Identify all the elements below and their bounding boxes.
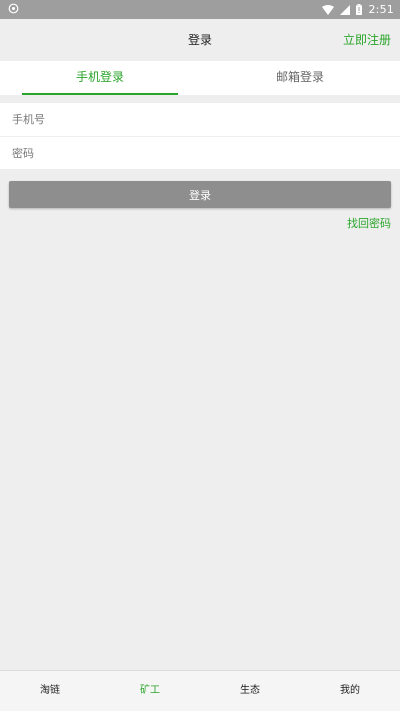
page-title: 登录 <box>187 33 212 47</box>
tab-phone-login[interactable]: 手机登录 <box>0 61 200 95</box>
signal-icon <box>340 4 351 15</box>
app-notification-icon <box>8 3 19 17</box>
phone-field-row <box>0 103 400 136</box>
forgot-password-link[interactable]: 找回密码 <box>347 215 391 231</box>
nav-item-ecology[interactable]: 生态 <box>200 671 300 711</box>
password-input[interactable] <box>12 146 388 160</box>
login-tabs: 手机登录 邮箱登录 <box>0 61 400 95</box>
wifi-icon <box>322 4 335 15</box>
bottom-nav: 淘链 矿工 生态 我的 <box>0 670 400 711</box>
login-button[interactable]: 登录 <box>9 181 391 208</box>
login-form <box>0 103 400 169</box>
nav-item-miner[interactable]: 矿工 <box>100 671 200 711</box>
phone-input[interactable] <box>12 113 388 126</box>
header: 登录 立即注册 <box>0 19 400 61</box>
tab-email-login[interactable]: 邮箱登录 <box>200 61 400 95</box>
status-bar: 2:51 <box>0 0 400 19</box>
status-right: 2:51 <box>322 3 394 16</box>
status-time: 2:51 <box>368 3 394 16</box>
nav-item-mine[interactable]: 我的 <box>300 671 400 711</box>
register-link[interactable]: 立即注册 <box>343 19 391 61</box>
nav-item-taolian[interactable]: 淘链 <box>0 671 100 711</box>
battery-icon <box>356 4 363 15</box>
status-left <box>8 3 19 17</box>
password-field-row <box>0 136 400 169</box>
